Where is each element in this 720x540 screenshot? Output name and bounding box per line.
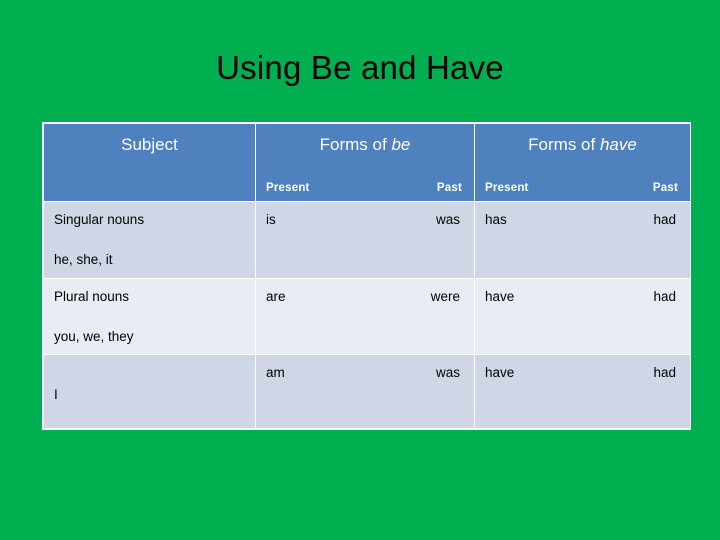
table-grid: Subject Forms of be Present Past Forms o… — [43, 122, 691, 430]
cell-subject-row2: Plural nouns you, we, they — [43, 277, 256, 355]
cell-be-row3: am was — [255, 353, 475, 430]
cell-have-row3: have had — [474, 353, 691, 430]
have-present-row3: have — [485, 364, 515, 380]
subject-line2-row3: I — [54, 386, 58, 402]
header-be-prefix: Forms of — [319, 135, 392, 154]
cell-be-row2: are were — [255, 277, 475, 355]
header-have-prefix: Forms of — [528, 135, 600, 154]
subheader-row-be: Present Past — [266, 182, 462, 194]
table-row: I am was have had — [43, 353, 691, 430]
header-have-italic: have — [599, 135, 637, 154]
have-past-row3: had — [653, 364, 676, 380]
subheader-have-past: Past — [652, 182, 678, 195]
be-present-row1: is — [266, 212, 276, 228]
subject-line1-row2: Plural nouns — [54, 288, 130, 304]
page-title: Using Be and Have — [216, 49, 504, 86]
cell-have-row2: have had — [474, 277, 691, 355]
table-row: Plural nouns you, we, they are were have… — [43, 277, 691, 355]
have-present-row1: has — [485, 212, 507, 228]
be-past-row1: was — [435, 212, 460, 228]
slide-canvas: Using Be and Have Subject Forms of be Pr — [0, 0, 720, 540]
have-present-row2: have — [485, 288, 515, 304]
have-past-row2: had — [653, 288, 676, 304]
header-label-forms-of-have: Forms of have — [475, 134, 690, 156]
table-row: Singular nouns he, she, it is was has ha… — [43, 201, 691, 279]
cell-subject-row1: Singular nouns he, she, it — [43, 201, 256, 279]
cell-have-row1: has had — [474, 201, 691, 279]
be-present-row2: are — [266, 288, 286, 304]
subheader-be-past: Past — [436, 182, 462, 195]
cell-subject-row3: I — [43, 353, 256, 430]
subject-line2-row1: he, she, it — [54, 252, 113, 268]
header-be-italic: be — [391, 135, 411, 154]
be-past-row2: were — [430, 288, 460, 304]
subject-line2-row2: you, we, they — [54, 328, 134, 344]
be-present-row3: am — [266, 364, 285, 380]
header-subject-text: Subject — [121, 135, 178, 154]
subject-line1-row1: Singular nouns — [54, 212, 145, 228]
header-label-subject: Subject — [44, 134, 255, 156]
table-header-row: Subject Forms of be Present Past Forms o… — [43, 122, 691, 203]
header-label-forms-of-be: Forms of be — [256, 134, 474, 156]
header-cell-subject: Subject — [43, 122, 256, 203]
header-cell-forms-of-have: Forms of have Present Past — [474, 122, 691, 203]
header-cell-forms-of-be: Forms of be Present Past — [255, 122, 475, 203]
subheader-row-have: Present Past — [485, 182, 678, 194]
subheader-have-present: Present — [485, 182, 529, 195]
have-past-row1: had — [653, 212, 676, 228]
be-past-row3: was — [435, 364, 460, 380]
subheader-be-present: Present — [266, 182, 310, 195]
cell-be-row1: is was — [255, 201, 475, 279]
verb-forms-table: Subject Forms of be Present Past Forms o… — [42, 122, 691, 430]
